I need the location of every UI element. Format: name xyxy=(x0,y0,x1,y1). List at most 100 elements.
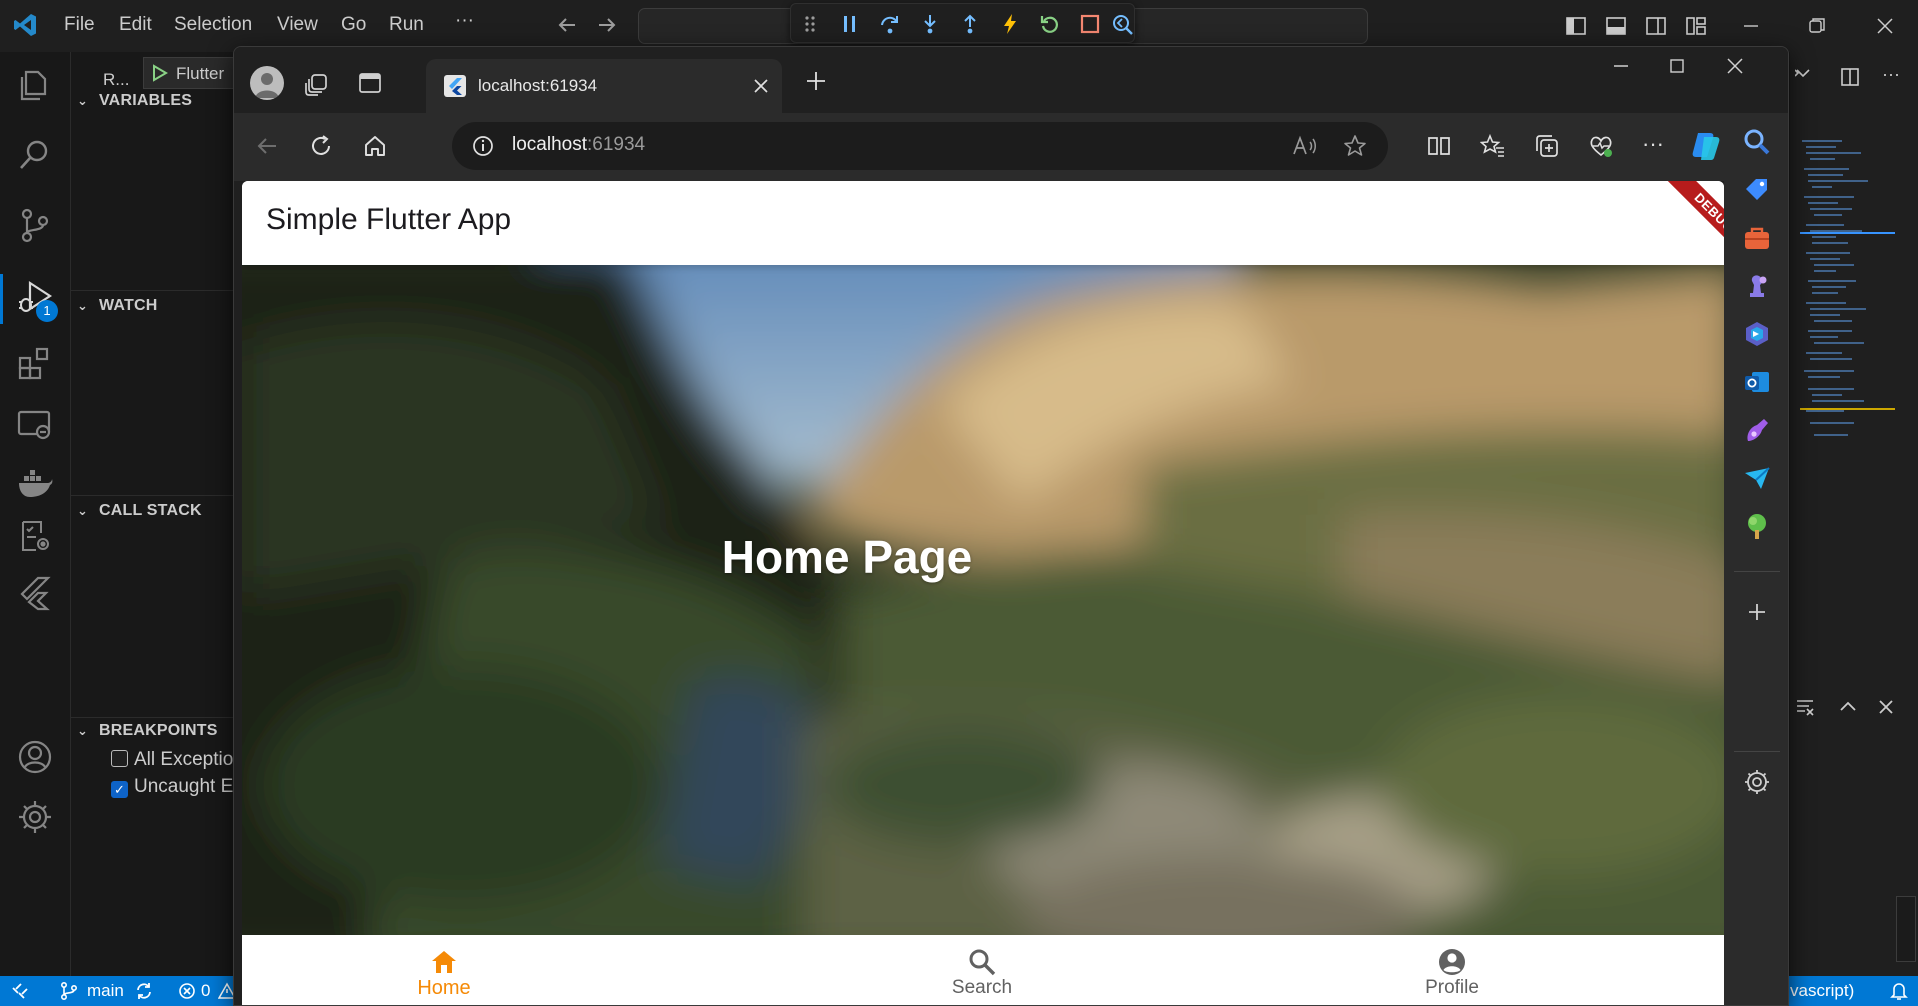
toggle-secondary-sidebar-icon[interactable] xyxy=(1645,15,1667,37)
read-aloud-icon[interactable] xyxy=(1292,134,1318,158)
browser-minimize-icon[interactable] xyxy=(1610,55,1632,77)
browser-essentials-icon[interactable] xyxy=(1588,133,1614,159)
settings-more-icon[interactable]: ··· xyxy=(1642,131,1664,157)
sync-icon[interactable] xyxy=(134,981,154,1001)
nav-item-home[interactable]: Home xyxy=(344,947,544,1000)
forward-arrow-icon[interactable] xyxy=(596,14,618,36)
sidebar-settings-gear-icon[interactable] xyxy=(1742,767,1772,797)
menu-go[interactable]: Go xyxy=(341,14,366,36)
address-bar[interactable]: localhost:61934 xyxy=(452,122,1388,170)
tab-actions-icon[interactable] xyxy=(356,69,384,97)
browser-tab-active[interactable]: localhost:61934 xyxy=(426,59,782,113)
site-info-icon[interactable] xyxy=(472,135,494,157)
favorites-icon[interactable] xyxy=(1480,133,1506,159)
flutter-icon[interactable] xyxy=(16,574,54,612)
manage-gear-icon[interactable] xyxy=(16,798,54,836)
menu-selection[interactable]: Selection xyxy=(174,14,252,36)
tools-briefcase-icon[interactable] xyxy=(1742,223,1772,253)
nav-item-search[interactable]: Search xyxy=(882,947,1082,999)
clear-console-icon[interactable] xyxy=(1795,697,1815,717)
menu-more[interactable]: ··· xyxy=(455,10,474,32)
remote-indicator-icon[interactable] xyxy=(10,982,30,1000)
more-actions-icon[interactable]: ··· xyxy=(1882,64,1900,85)
variables-section-header[interactable]: ⌄ VARIABLES xyxy=(77,92,192,110)
workspaces-icon[interactable] xyxy=(304,69,332,97)
chevron-down-icon[interactable] xyxy=(1795,64,1815,84)
back-arrow-icon[interactable] xyxy=(556,14,578,36)
microsoft-365-icon[interactable] xyxy=(1742,319,1772,349)
menu-edit[interactable]: Edit xyxy=(119,14,152,36)
toggle-panel-icon[interactable] xyxy=(1605,15,1627,37)
copilot-icon[interactable] xyxy=(1688,127,1724,163)
accounts-icon[interactable] xyxy=(16,738,54,776)
notifications-bell-icon[interactable] xyxy=(1890,981,1908,1001)
split-editor-icon[interactable] xyxy=(1840,67,1860,87)
flutter-devtools-icon[interactable] xyxy=(1111,13,1133,35)
menu-view[interactable]: View xyxy=(277,14,318,36)
start-debugging-icon[interactable] xyxy=(150,64,168,82)
split-screen-icon[interactable] xyxy=(1426,133,1452,159)
designer-icon[interactable] xyxy=(1742,415,1772,445)
source-control-icon[interactable] xyxy=(16,206,54,244)
shopping-tag-icon[interactable] xyxy=(1742,175,1772,205)
browser-back-icon[interactable] xyxy=(254,133,280,159)
new-tab-icon[interactable] xyxy=(804,69,828,93)
chevron-up-icon[interactable] xyxy=(1838,697,1858,717)
refresh-icon[interactable] xyxy=(308,133,334,159)
explorer-icon[interactable] xyxy=(16,66,54,104)
pause-icon[interactable] xyxy=(839,13,861,35)
extensions-icon[interactable] xyxy=(16,344,54,382)
breakpoints-section-header[interactable]: ⌄ BREAKPOINTS xyxy=(77,722,218,740)
outlook-icon[interactable] xyxy=(1742,367,1772,397)
vscode-logo-icon xyxy=(12,12,38,38)
menu-file[interactable]: File xyxy=(64,14,95,36)
error-count[interactable]: 0 xyxy=(201,981,210,1001)
panel-scrollbar[interactable] xyxy=(1896,896,1916,962)
tree-app-icon[interactable] xyxy=(1742,511,1772,541)
breakpoints-title: BREAKPOINTS xyxy=(99,722,218,739)
run-debug-sidebar: R... Flutter ⌄ VARIABLES ⌄ WATCH ⌄ CALL STA… xyxy=(71,52,243,976)
test-settings-icon[interactable] xyxy=(16,518,54,556)
search-icon[interactable] xyxy=(16,136,54,174)
home-icon[interactable] xyxy=(362,133,388,159)
games-chess-icon[interactable] xyxy=(1742,271,1772,301)
customize-layout-icon[interactable] xyxy=(1685,15,1707,37)
git-branch-label[interactable]: main xyxy=(87,981,124,1001)
docker-icon[interactable] xyxy=(16,464,54,502)
breakpoint-row[interactable]: ✓ Uncaught E xyxy=(111,776,233,798)
favorite-star-icon[interactable] xyxy=(1342,133,1368,159)
menu-run[interactable]: Run xyxy=(389,14,424,36)
drop-send-icon[interactable] xyxy=(1742,463,1772,493)
profile-avatar[interactable] xyxy=(250,66,284,100)
add-sidebar-app-icon[interactable] xyxy=(1742,597,1772,627)
close-panel-icon[interactable] xyxy=(1876,697,1896,717)
step-into-icon[interactable] xyxy=(919,13,941,35)
restore-window-icon[interactable] xyxy=(1806,15,1828,37)
step-over-icon[interactable] xyxy=(879,13,901,35)
language-mode[interactable]: vascript) xyxy=(1790,981,1854,1001)
remote-explorer-icon[interactable] xyxy=(16,406,54,444)
browser-close-icon[interactable] xyxy=(1724,55,1746,77)
toggle-primary-sidebar-icon[interactable] xyxy=(1565,15,1587,37)
breakpoint-row[interactable]: All Exceptio xyxy=(111,749,233,771)
search-sidebar-icon[interactable] xyxy=(1742,127,1772,157)
drag-handle-icon[interactable] xyxy=(803,13,825,35)
close-tab-icon[interactable] xyxy=(752,77,770,95)
git-branch-icon[interactable] xyxy=(60,981,78,1001)
stop-icon[interactable] xyxy=(1079,13,1101,35)
watch-section-header[interactable]: ⌄ WATCH xyxy=(77,297,157,315)
nav-item-profile[interactable]: Profile xyxy=(1352,947,1552,999)
breakpoint-checkbox-checked[interactable]: ✓ xyxy=(111,781,128,798)
launch-config-dropdown[interactable]: Flutter xyxy=(143,57,243,89)
breakpoint-checkbox[interactable] xyxy=(111,750,128,767)
close-window-icon[interactable] xyxy=(1874,15,1896,37)
call-stack-section-header[interactable]: ⌄ CALL STACK xyxy=(77,502,202,520)
minimap[interactable] xyxy=(1800,138,1895,468)
browser-maximize-icon[interactable] xyxy=(1666,55,1688,77)
collections-icon[interactable] xyxy=(1534,133,1560,159)
hot-reload-icon[interactable] xyxy=(999,13,1021,35)
error-icon[interactable] xyxy=(178,982,196,1000)
step-out-icon[interactable] xyxy=(959,13,981,35)
restart-icon[interactable] xyxy=(1039,13,1061,35)
minimize-window-icon[interactable] xyxy=(1740,15,1762,37)
